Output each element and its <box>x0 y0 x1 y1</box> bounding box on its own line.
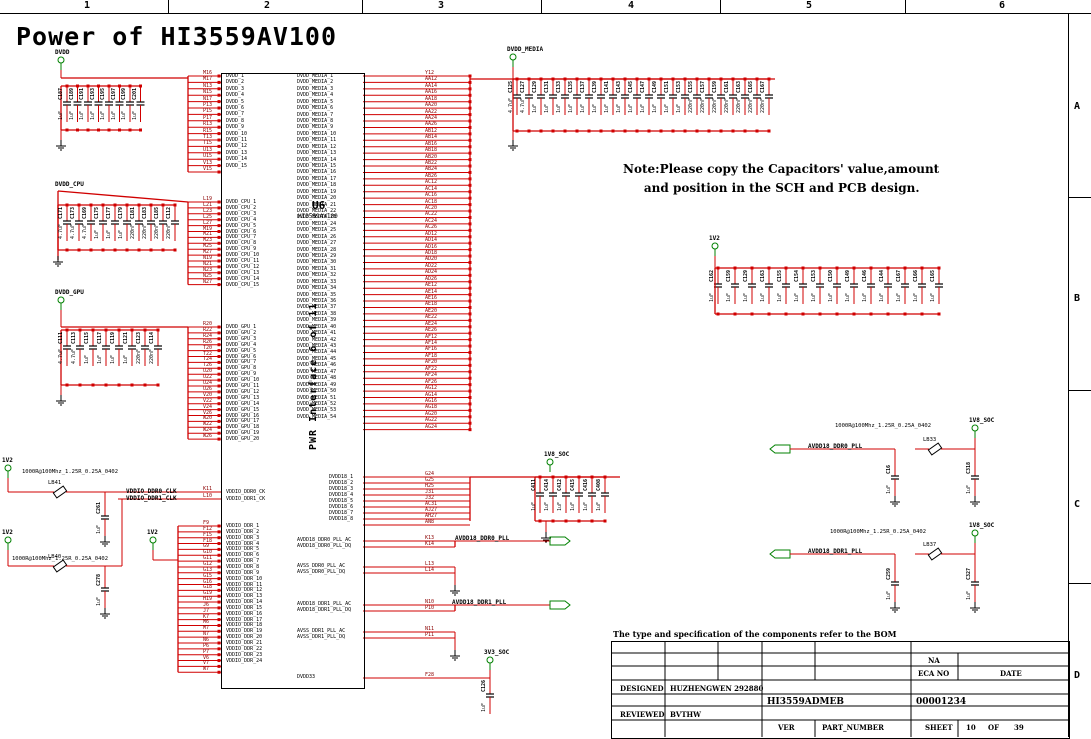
tb-date: DATE <box>1000 669 1022 678</box>
tb-sheet-no: 10 <box>966 723 976 732</box>
tb-of: OF <box>988 723 1000 732</box>
title-block-grid <box>611 641 1068 737</box>
tb-board-name: HI3559ADMEB <box>767 697 844 707</box>
tb-sheet-label: SHEET <box>925 723 953 732</box>
tb-designed-label: DESIGNED <box>620 684 664 693</box>
tb-total: 39 <box>1014 723 1024 732</box>
tb-eca-no: ECA NO <box>918 669 950 678</box>
tb-drawing-number: 00001234 <box>916 697 967 707</box>
tb-designed-value: HUZHENGWEN 292880 <box>670 684 764 693</box>
tb-reviewed-label: REVIEWED <box>620 710 665 719</box>
tb-na: NA <box>928 656 940 665</box>
tb-part-number: PART_NUMBER <box>822 723 884 732</box>
tb-ver: VER <box>778 723 795 732</box>
tb-reviewed-value: BVTHW <box>670 710 702 719</box>
